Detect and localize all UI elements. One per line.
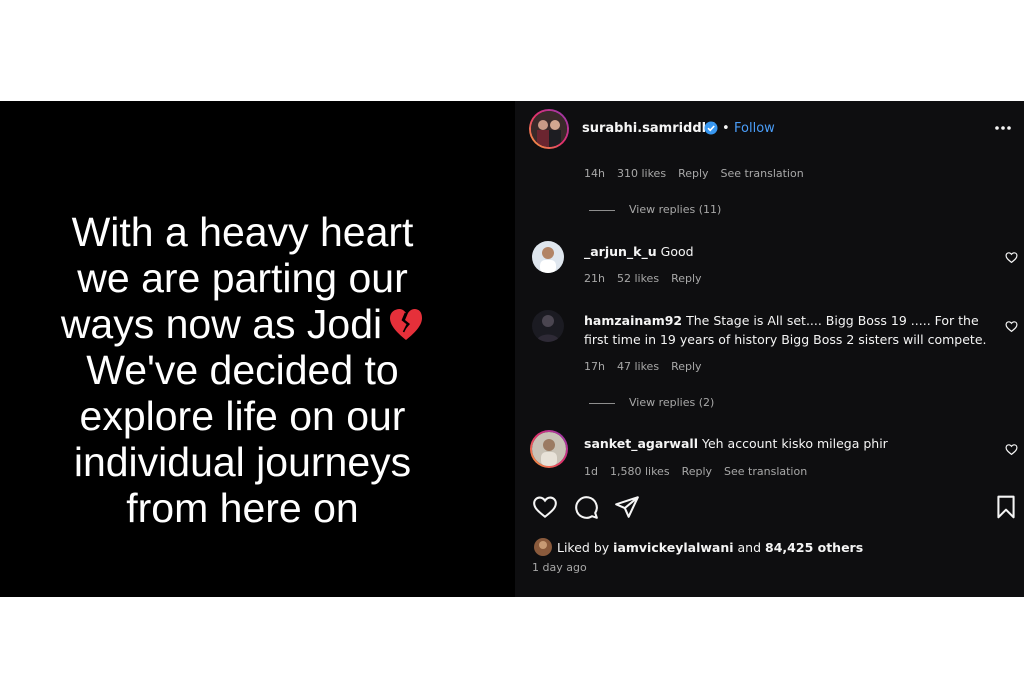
commenter-avatar[interactable] xyxy=(530,430,568,468)
comment-like-icon[interactable] xyxy=(1005,443,1018,456)
commenter-username[interactable]: sanket_agarwall xyxy=(584,436,698,451)
comment-reply-button[interactable]: Reply xyxy=(682,465,712,478)
bookmark-icon[interactable] xyxy=(993,494,1019,520)
view-replies-dash xyxy=(589,209,615,211)
comment-likes[interactable]: 1,580 likes xyxy=(610,465,670,478)
liked-by-prefix: Liked by xyxy=(557,540,610,555)
author-avatar[interactable] xyxy=(529,109,569,149)
view-replies-button[interactable]: View replies (2) xyxy=(589,396,714,409)
comment-meta: 14h 310 likes Reply See translation xyxy=(584,167,816,180)
author-avatar-image xyxy=(531,111,567,147)
comment-like-icon[interactable] xyxy=(1005,251,1018,264)
likes-summary: Liked by iamvickeylalwani and 84,425 oth… xyxy=(557,540,863,555)
image-line: explore life on our xyxy=(79,393,406,439)
comment-body: Good xyxy=(660,244,694,259)
commenter-avatar[interactable] xyxy=(532,310,564,342)
comment-reply-button[interactable]: Reply xyxy=(678,167,708,180)
comment-text: sanket_agarwall Yeh account kisko milega… xyxy=(584,434,888,453)
post-image-text: With a heavy heart we are parting our wa… xyxy=(0,209,485,531)
comment-likes[interactable]: 52 likes xyxy=(617,272,659,285)
image-line: individual journeys xyxy=(73,439,412,485)
view-replies-button[interactable]: View replies (11) xyxy=(589,203,721,216)
image-line: we are parting our xyxy=(77,255,408,301)
comment-body: The Stage is All set.... Bigg Boss 19 ..… xyxy=(686,313,979,328)
comment-reply-button[interactable]: Reply xyxy=(671,272,701,285)
comment-meta: 21h 52 likes Reply xyxy=(584,272,714,285)
commenter-avatar-image xyxy=(532,241,564,273)
see-translation-button[interactable]: See translation xyxy=(724,465,807,478)
comment-body: Yeh account kisko milega phir xyxy=(701,436,888,451)
comment-time: 1d xyxy=(584,465,598,478)
comment-meta: 1d 1,580 likes Reply See translation xyxy=(584,465,819,478)
liker-avatar-image xyxy=(534,538,552,556)
view-replies-label: View replies (2) xyxy=(629,396,715,409)
liked-by-and: and xyxy=(737,540,762,555)
commenter-username[interactable]: hamzainam92 xyxy=(584,313,682,328)
comment-time: 17h xyxy=(584,360,605,373)
image-line: We've decided to xyxy=(86,347,399,393)
commenter-avatar[interactable] xyxy=(532,241,564,273)
commenter-avatar-image xyxy=(532,310,564,342)
view-replies-dash xyxy=(589,402,615,404)
comments-panel: surabhi.samriddhi • Follow 14h 310 likes R… xyxy=(515,101,1024,597)
post-image[interactable]: With a heavy heart we are parting our wa… xyxy=(0,101,515,597)
comment-text: hamzainam92 The Stage is All set.... Big… xyxy=(584,311,986,349)
broken-heart-emoji-icon xyxy=(390,309,423,340)
liker-avatar[interactable] xyxy=(534,538,552,556)
comment-like-icon[interactable] xyxy=(1005,320,1018,333)
image-line: from here on xyxy=(126,485,359,531)
comment-time: 21h xyxy=(584,272,605,285)
comment-icon[interactable] xyxy=(573,494,599,520)
post-timestamp[interactable]: 1 day ago xyxy=(532,561,587,574)
comment-body: first time in 19 years of history Bigg B… xyxy=(584,332,987,347)
see-translation-button[interactable]: See translation xyxy=(721,167,804,180)
author-username[interactable]: surabhi.samriddhi xyxy=(582,121,715,136)
commenter-username[interactable]: _arjun_k_u xyxy=(584,244,657,259)
instagram-post: With a heavy heart we are parting our wa… xyxy=(0,101,1024,597)
verified-badge-icon xyxy=(704,121,718,135)
comment-reply-button[interactable]: Reply xyxy=(671,360,701,373)
liked-by-user[interactable]: iamvickeylalwani xyxy=(613,540,733,555)
image-line: With a heavy heart xyxy=(71,209,414,255)
comment-text: _arjun_k_u Good xyxy=(584,242,694,261)
commenter-avatar-image xyxy=(532,432,566,466)
comment-likes[interactable]: 47 likes xyxy=(617,360,659,373)
separator-dot: • xyxy=(722,121,730,136)
heart-icon[interactable] xyxy=(532,494,558,520)
comment-likes[interactable]: 310 likes xyxy=(617,167,666,180)
comment-meta: 17h 47 likes Reply xyxy=(584,360,714,373)
view-replies-label: View replies (11) xyxy=(629,203,722,216)
liked-by-others[interactable]: 84,425 others xyxy=(765,540,863,555)
comment-time: 14h xyxy=(584,167,605,180)
image-line: ways now as Jodi xyxy=(60,301,383,347)
share-icon[interactable] xyxy=(614,494,640,520)
follow-button[interactable]: Follow xyxy=(734,121,775,136)
more-options-icon[interactable] xyxy=(994,125,1012,131)
